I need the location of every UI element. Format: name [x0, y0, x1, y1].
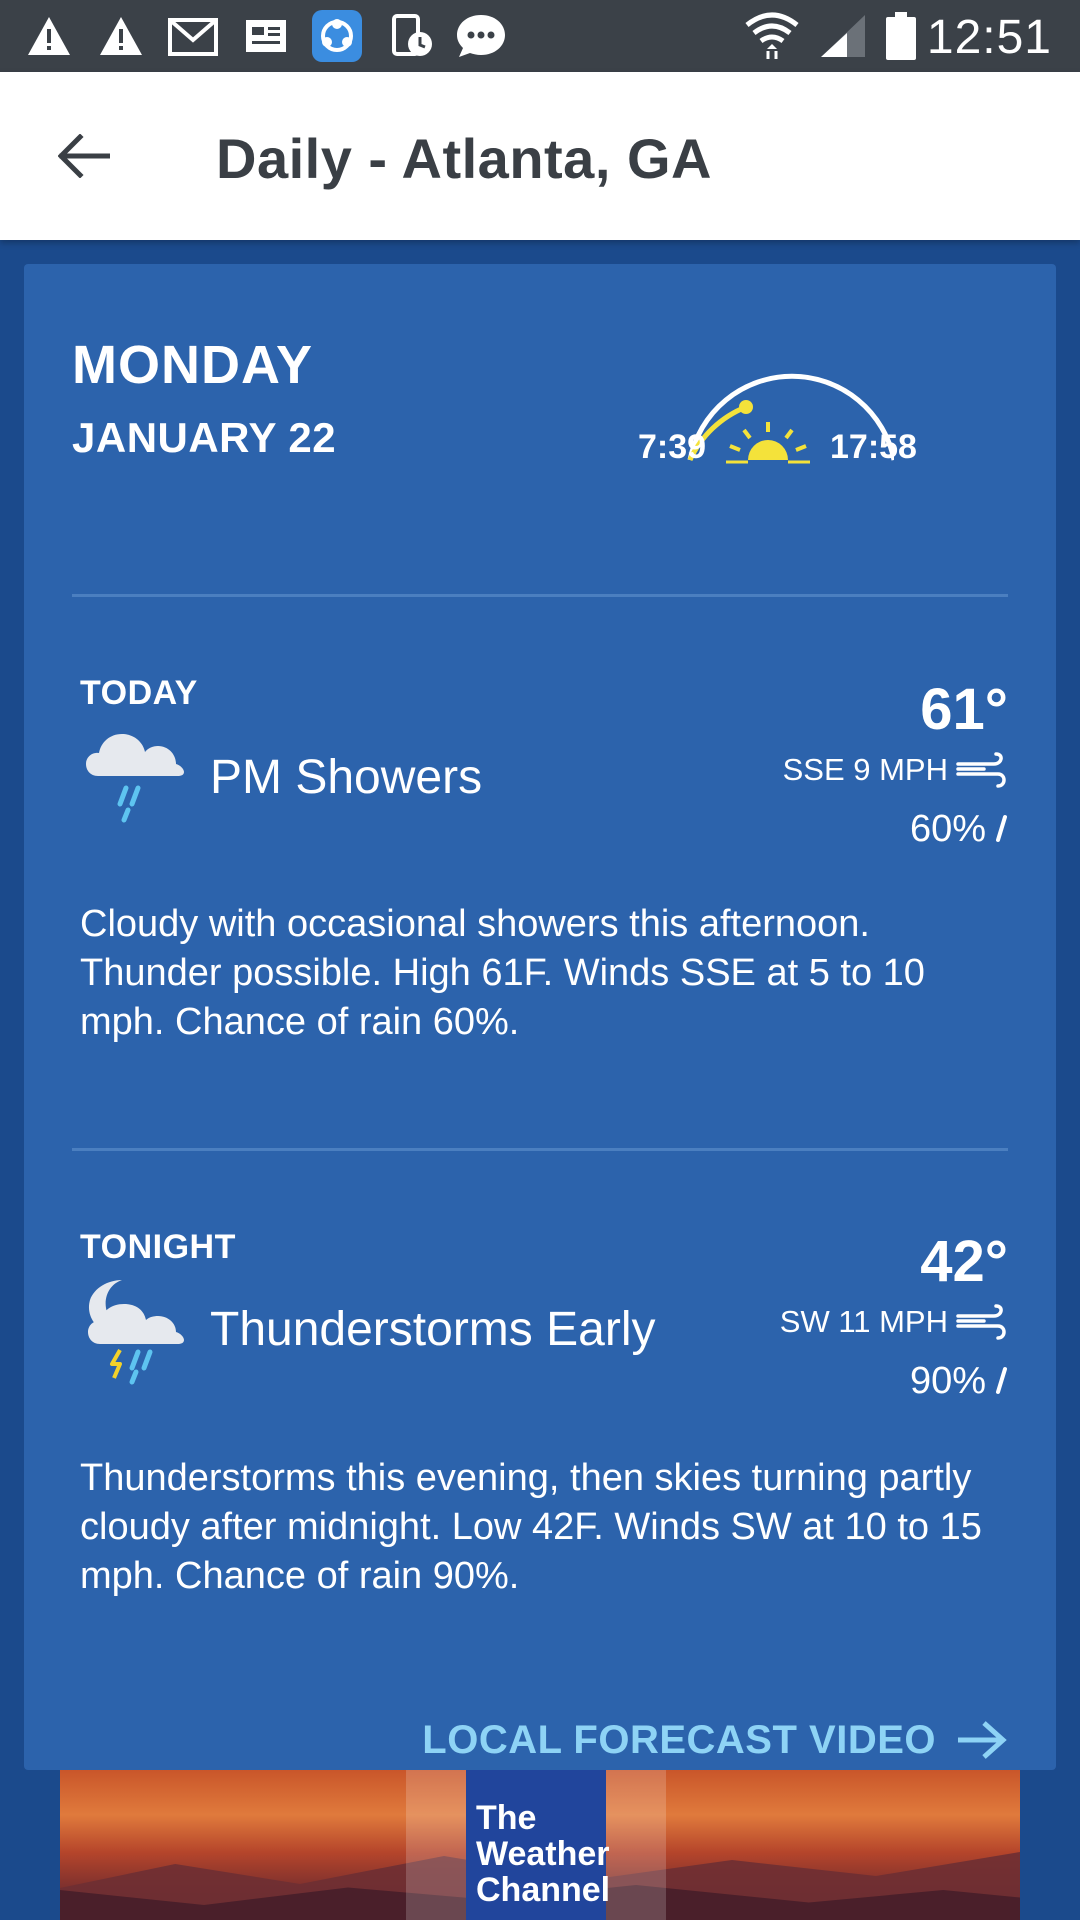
battery-icon	[884, 12, 918, 60]
cell-signal-icon	[818, 14, 868, 58]
sunrise-icon	[726, 422, 810, 464]
wind-today: SSE 9 MPH	[783, 748, 1008, 792]
news-icon	[242, 14, 290, 58]
period-label-tonight: TONIGHT	[80, 1228, 236, 1266]
logo-line: Weather	[476, 1835, 610, 1873]
temperature-today: 61°	[920, 677, 1008, 742]
gmail-icon	[166, 14, 220, 58]
wifi-icon	[744, 12, 800, 59]
status-time: 12:51	[926, 11, 1052, 64]
precip-label-today: 60%	[909, 807, 986, 850]
raindrop-icon	[996, 815, 1007, 842]
temperature-tonight: 42°	[920, 1229, 1008, 1294]
local-forecast-video-link[interactable]: LOCAL FORECAST VIDEO	[422, 1710, 1008, 1770]
messaging-icon	[454, 14, 508, 58]
ad-banner[interactable]: The Weather Channel	[60, 1770, 1020, 1920]
logo-line: Channel	[476, 1871, 611, 1909]
warning-icon	[24, 14, 74, 58]
wind-label-tonight: SW 11 MPH	[779, 1304, 948, 1339]
description-tonight: Thunderstorms this evening, then skies t…	[80, 1457, 982, 1597]
arrow-right-icon	[958, 1721, 1007, 1759]
share-app-icon	[310, 8, 364, 64]
wind-icon	[956, 1304, 1006, 1340]
divider	[72, 594, 1008, 597]
video-link-label: LOCAL FORECAST VIDEO	[422, 1717, 936, 1762]
period-label-today: TODAY	[80, 674, 198, 712]
day-date: JANUARY 22	[72, 414, 337, 461]
precip-today: 60%	[910, 804, 1008, 854]
precip-tonight: 90%	[910, 1356, 1008, 1406]
page-title: Daily - Atlanta, GA	[216, 127, 712, 190]
moon-thunderstorm-icon	[88, 1280, 184, 1385]
day-name: MONDAY	[72, 335, 314, 395]
forecast-card: MONDAY JANUARY 22 7:39 17:58 TODAY PM Sh…	[24, 264, 1056, 1770]
condition-tonight: Thunderstorms Early	[210, 1303, 656, 1356]
divider	[72, 1148, 1008, 1151]
sunrise-time: 7:39	[638, 428, 707, 466]
description-today: Cloudy with occasional showers this afte…	[80, 903, 925, 1043]
arrow-left-icon	[58, 134, 110, 178]
screen-timer-icon	[388, 14, 436, 58]
wind-icon	[956, 752, 1006, 788]
logo-line: The	[476, 1799, 537, 1837]
wind-label-today: SSE 9 MPH	[782, 752, 948, 787]
warning-icon	[96, 14, 146, 58]
cloud-rain-icon	[86, 734, 184, 823]
condition-today: PM Showers	[210, 751, 483, 804]
precip-label-tonight: 90%	[909, 1359, 986, 1402]
wind-tonight: SW 11 MPH	[780, 1300, 1008, 1344]
raindrop-icon	[996, 1367, 1007, 1394]
status-bar: 12:51	[0, 0, 1080, 72]
back-button[interactable]	[44, 116, 124, 196]
app-bar: Daily - Atlanta, GA	[0, 72, 1080, 240]
weather-channel-logo: The Weather Channel	[466, 1770, 611, 1920]
sunset-time: 17:58	[830, 428, 917, 466]
